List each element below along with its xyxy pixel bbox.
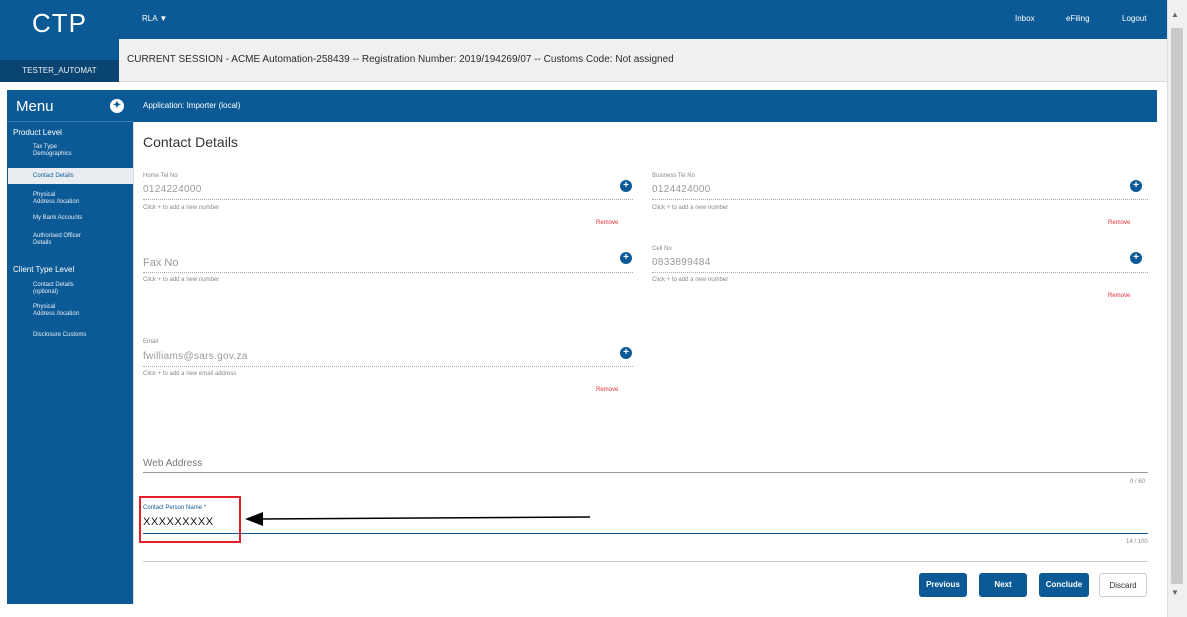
add-business-tel-plus-icon[interactable]: + xyxy=(1130,180,1142,192)
menu-item-disclosure-customs[interactable]: Disclosure Customs xyxy=(33,332,86,339)
cell-hint: Click + to add a new number xyxy=(652,277,729,283)
home-tel-label: Home Tel No xyxy=(143,173,178,179)
footer-divider xyxy=(143,561,1148,562)
scroll-down-icon[interactable]: ▼ xyxy=(1171,588,1179,597)
menu-section-product: Product Level xyxy=(13,128,62,137)
menu-section-client: Client Type Level xyxy=(13,265,75,274)
cell-underline xyxy=(652,272,1148,273)
menu-item-label: Contact Details xyxy=(33,173,74,179)
home-tel-remove-link[interactable]: Remove xyxy=(596,220,618,226)
top-bar xyxy=(119,0,1167,39)
email-underline xyxy=(143,366,633,367)
conclude-button[interactable]: Conclude xyxy=(1039,573,1089,597)
business-tel-underline xyxy=(652,199,1148,200)
menu-toggle-icon[interactable]: ✦ xyxy=(110,99,124,113)
highlight-box xyxy=(139,496,241,543)
fax-underline xyxy=(143,272,633,273)
scroll-up-icon[interactable]: ▲ xyxy=(1171,10,1179,19)
home-tel-underline xyxy=(143,199,633,200)
menu-item-authorised-officer[interactable]: Authorised Officer Details xyxy=(33,233,81,247)
user-name: TESTER_AUTOMAT xyxy=(0,60,119,82)
cell-field[interactable]: 0833899484 xyxy=(652,257,711,268)
pointer-arrow xyxy=(245,512,591,526)
rla-dropdown[interactable]: RLA ▼ xyxy=(142,14,167,23)
contact-person-counter: 14 / 100 xyxy=(1126,539,1148,545)
business-tel-remove-link[interactable]: Remove xyxy=(1108,220,1130,226)
business-tel-label: Business Tel No xyxy=(652,173,695,179)
menu-item-client-contact[interactable]: Contact Details (optional) xyxy=(33,282,74,296)
web-address-counter: 0 / 60 xyxy=(1130,479,1146,485)
efiling-link[interactable]: eFiling xyxy=(1066,14,1090,23)
web-address-field[interactable]: Web Address xyxy=(143,458,202,469)
add-home-tel-plus-icon[interactable]: + xyxy=(620,180,632,192)
menu-item-physical-address[interactable]: Physical Address /location xyxy=(33,192,79,206)
cell-remove-link[interactable]: Remove xyxy=(1108,293,1130,299)
add-cell-plus-icon[interactable]: + xyxy=(1130,252,1142,264)
email-field[interactable]: fwilliams@sars.gov.za xyxy=(143,351,248,362)
add-fax-plus-icon[interactable]: + xyxy=(620,252,632,264)
application-title: Application: Importer (local) xyxy=(143,101,241,110)
home-tel-field[interactable]: 0124224000 xyxy=(143,184,202,195)
web-address-underline xyxy=(143,472,1148,473)
menu-item-bank-accounts[interactable]: My Bank Accounts xyxy=(33,215,82,222)
add-email-plus-icon[interactable]: + xyxy=(620,347,632,359)
email-hint: Click + to add a new email address xyxy=(143,371,237,377)
logout-link[interactable]: Logout xyxy=(1122,14,1146,23)
scrollbar-thumb[interactable] xyxy=(1171,28,1183,584)
session-text: CURRENT SESSION - ACME Automation-258439… xyxy=(127,54,674,65)
home-tel-hint: Click + to add a new number xyxy=(143,205,220,211)
discard-button[interactable]: Discard xyxy=(1099,573,1147,597)
menu-item-client-physical[interactable]: Physical Address /location xyxy=(33,304,79,318)
menu-item-tax-type[interactable]: Tax Type Demographics xyxy=(33,144,72,158)
fax-hint: Click + to add a new number xyxy=(143,277,220,283)
contact-person-underline xyxy=(143,533,1148,534)
application-header xyxy=(133,90,1157,122)
app-logo[interactable]: CTP xyxy=(0,8,119,39)
business-tel-field[interactable]: 0124424000 xyxy=(652,184,711,195)
business-tel-hint: Click + to add a new number xyxy=(652,205,729,211)
menu-title: Menu xyxy=(16,98,54,115)
content-panel xyxy=(133,122,1157,604)
fax-field[interactable]: Fax No xyxy=(143,257,178,269)
email-label: Email xyxy=(143,339,159,345)
inbox-link[interactable]: Inbox xyxy=(1015,14,1035,23)
page-title: Contact Details xyxy=(143,134,238,150)
cell-label: Cell No xyxy=(652,246,672,252)
previous-button[interactable]: Previous xyxy=(919,573,967,597)
email-remove-link[interactable]: Remove xyxy=(596,387,618,393)
next-button[interactable]: Next xyxy=(979,573,1027,597)
